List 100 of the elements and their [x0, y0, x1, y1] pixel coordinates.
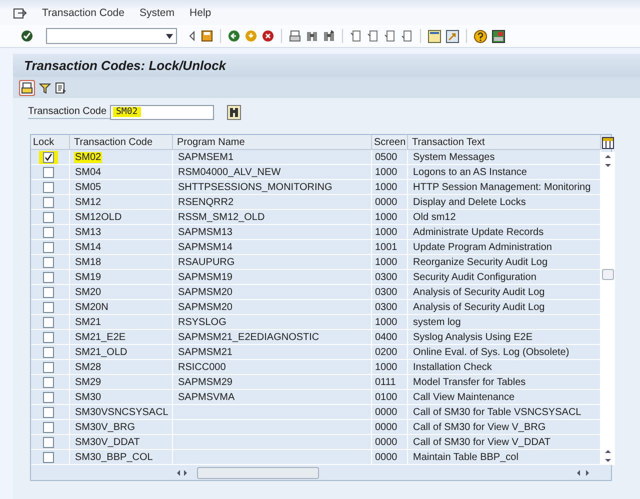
- scroll-left-icon[interactable]: [177, 470, 180, 476]
- table-cell: SM30VSNCSYSACL: [74, 406, 170, 418]
- checkbox[interactable]: [43, 256, 54, 268]
- checkbox[interactable]: [43, 196, 54, 208]
- table-cell: HTTP Session Management: Monitoring: [412, 182, 592, 192]
- checkbox[interactable]: [43, 152, 54, 162]
- checkbox[interactable]: [43, 182, 54, 192]
- checkbox[interactable]: [43, 346, 54, 358]
- table-cell: SM02: [74, 152, 102, 162]
- checkbox[interactable]: [43, 362, 54, 372]
- table-cell: SM30_BBP_COL: [74, 452, 154, 462]
- checkbox[interactable]: [43, 226, 54, 238]
- confirm-icon[interactable]: [21, 30, 33, 42]
- checkbox[interactable]: [43, 332, 54, 342]
- find-icon[interactable]: [306, 30, 318, 42]
- table-cell: SM19: [74, 272, 102, 282]
- table-cell: SHTTPSESSIONS_MONITORING: [177, 182, 334, 192]
- menu-item[interactable]: Help: [190, 6, 212, 18]
- checkbox[interactable]: [43, 316, 54, 328]
- scroll-right-icon[interactable]: [184, 470, 187, 476]
- find-next-icon[interactable]: [323, 30, 335, 42]
- table-cell: RSAUPURG: [177, 256, 236, 268]
- column-header[interactable]: Screen: [372, 135, 408, 150]
- table-cell: SM12OLD: [74, 212, 123, 222]
- table-cell: SM28: [74, 362, 102, 372]
- table-cell: SM21_OLD: [74, 346, 128, 358]
- collapse-icon[interactable]: [188, 31, 196, 41]
- page-icon[interactable]: [401, 30, 413, 42]
- table-cell: SM20N: [74, 302, 110, 312]
- page-icon[interactable]: [367, 30, 379, 42]
- lock-button[interactable]: [19, 80, 35, 96]
- table-cell: Security Audit Configuration: [412, 272, 538, 282]
- scroll-right-icon[interactable]: [586, 470, 589, 476]
- checkbox[interactable]: [43, 452, 54, 462]
- dropdown-icon[interactable]: [166, 34, 173, 38]
- checkbox[interactable]: [43, 272, 54, 282]
- table-cell: Maintain Table BBP_col: [412, 452, 520, 462]
- page-icon[interactable]: [350, 30, 362, 42]
- scroll-down-icon[interactable]: [605, 164, 611, 167]
- command-field[interactable]: [46, 28, 177, 44]
- table-cell: 0000: [374, 452, 398, 462]
- table-cell: Call of SM30 for Table VSNCSYSACL: [412, 406, 582, 418]
- table-cell: System Messages: [412, 152, 496, 162]
- scroll-up-icon[interactable]: [605, 155, 611, 158]
- vertical-scrollbar[interactable]: [601, 152, 615, 465]
- checkbox[interactable]: [43, 242, 54, 252]
- column-header[interactable]: Lock: [31, 135, 70, 150]
- print-icon[interactable]: [289, 30, 301, 42]
- checkbox[interactable]: [43, 406, 54, 418]
- column-header[interactable]: Transaction Code: [70, 135, 173, 150]
- table-cell: 1000: [374, 226, 398, 238]
- table-cell: Analysis of Security Audit Log: [412, 286, 546, 298]
- table-cell: RSM04000_ALV_NEW: [177, 166, 282, 178]
- table-cell: RSYSLOG: [177, 316, 228, 328]
- table-cell: Old sm12: [412, 212, 457, 222]
- checkbox[interactable]: [43, 422, 54, 432]
- checkbox[interactable]: [43, 302, 54, 312]
- scroll-up-icon[interactable]: [605, 450, 611, 453]
- menu-item[interactable]: System: [140, 6, 175, 18]
- column-layout-icon[interactable]: [602, 137, 614, 149]
- table-cell: Syslog Analysis Using E2E: [412, 332, 534, 342]
- save-icon[interactable]: [201, 30, 213, 42]
- table-cell: Analysis of Security Audit Log: [412, 302, 546, 312]
- menu-item[interactable]: Transaction Code: [42, 6, 124, 18]
- checkbox[interactable]: [43, 212, 54, 222]
- scroll-left-icon[interactable]: [577, 470, 580, 476]
- input-field[interactable]: SM02: [110, 104, 214, 120]
- cancel-icon[interactable]: [262, 30, 274, 42]
- checkbox[interactable]: [43, 436, 54, 448]
- table-cell: 0000: [374, 406, 398, 418]
- filter-icon[interactable]: [39, 82, 51, 94]
- table-cell: Display and Delete Locks: [412, 196, 527, 208]
- table-cell: 0500: [374, 152, 398, 162]
- layout-icon[interactable]: [492, 30, 505, 42]
- binoculars-icon[interactable]: [227, 104, 241, 120]
- table-cell: Logons to an AS Instance: [412, 166, 528, 178]
- menu-icon[interactable]: [13, 6, 27, 18]
- table-cell: Call of SM30 for View V_BRG: [412, 422, 547, 432]
- back-icon[interactable]: [228, 30, 240, 42]
- checkbox[interactable]: [43, 166, 54, 178]
- table-cell: Update Program Administration: [412, 242, 553, 252]
- column-header[interactable]: Transaction Text: [408, 135, 601, 150]
- checkbox[interactable]: [43, 392, 54, 402]
- table-cell: SAPMSM20: [177, 286, 234, 298]
- table-cell: 1000: [374, 212, 398, 222]
- checkbox[interactable]: [43, 376, 54, 388]
- scroll-down-icon[interactable]: [605, 459, 611, 462]
- column-header[interactable]: Program Name: [173, 135, 372, 150]
- table-cell: SAPMSM29: [177, 376, 234, 388]
- checkbox[interactable]: [43, 286, 54, 298]
- table-cell: SM04: [74, 166, 102, 178]
- table-cell: 1000: [374, 316, 398, 328]
- help-icon[interactable]: [474, 30, 487, 42]
- scroll-thumb[interactable]: [602, 269, 614, 280]
- page-icon[interactable]: [384, 30, 396, 42]
- table-cell: SM14: [74, 242, 102, 252]
- window-icon[interactable]: [428, 30, 441, 42]
- table-cell: SAPMSM19: [177, 272, 234, 282]
- shortcut-icon[interactable]: [446, 30, 459, 42]
- document-icon[interactable]: [55, 82, 67, 94]
